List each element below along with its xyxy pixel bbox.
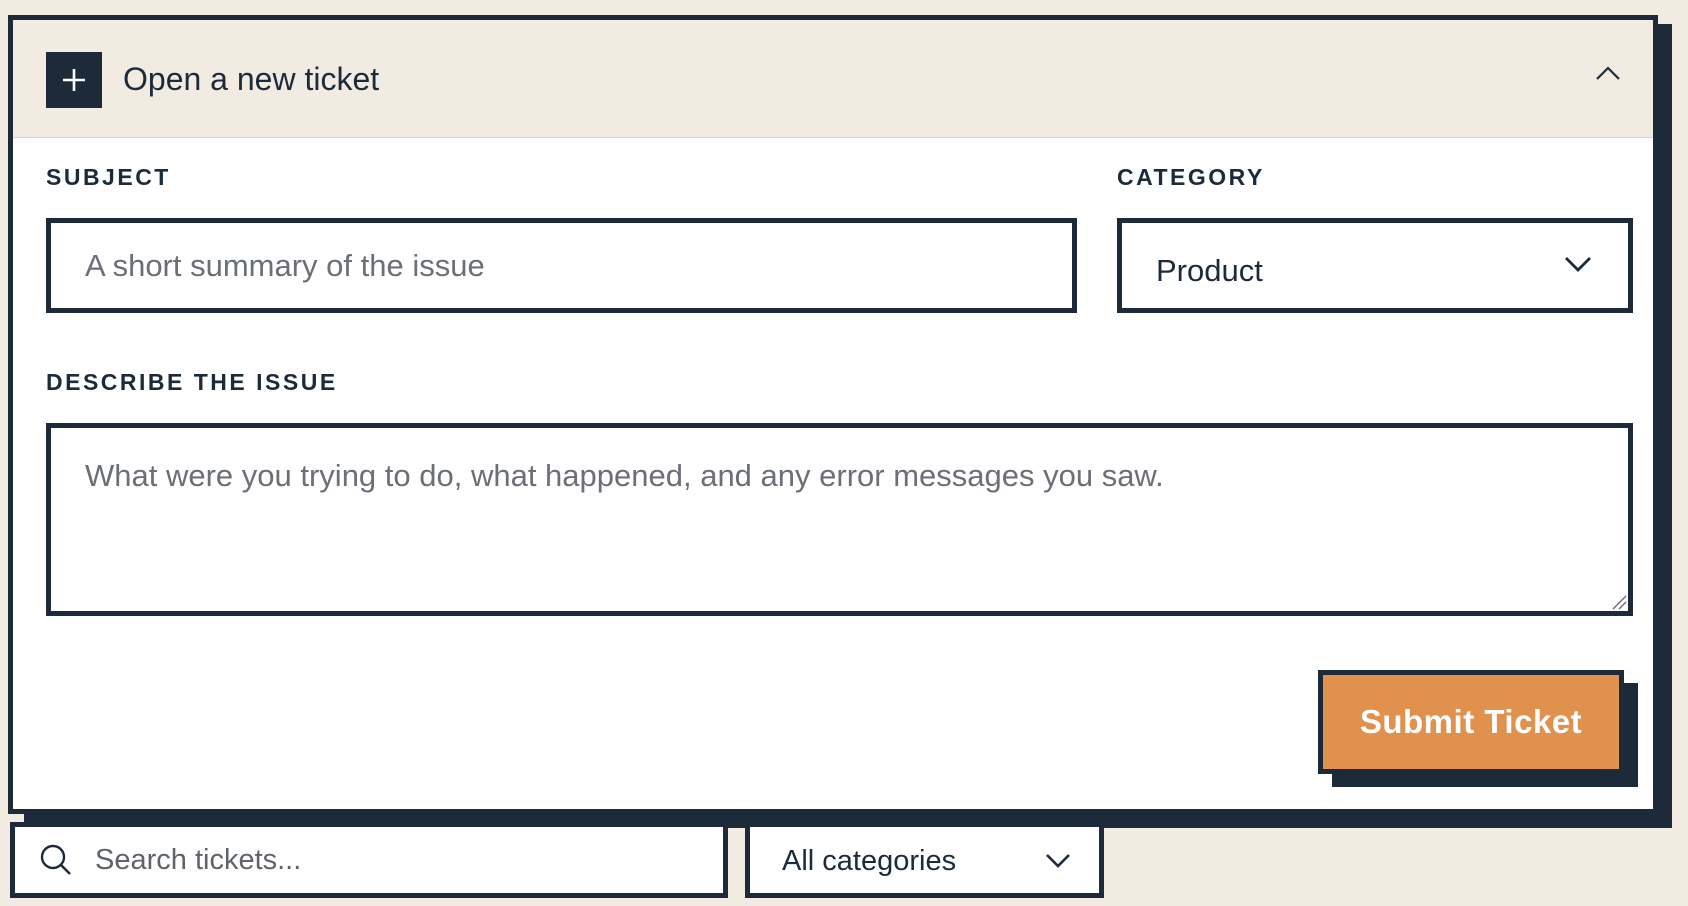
- category-filter-select[interactable]: All categories: [745, 822, 1104, 898]
- add-ticket-button[interactable]: [46, 52, 102, 108]
- plus-icon: [63, 69, 85, 91]
- panel-title: Open a new ticket: [123, 61, 380, 97]
- resize-grip-icon[interactable]: [1611, 594, 1627, 610]
- category-label: CATEGORY: [1117, 164, 1265, 190]
- describe-textarea[interactable]: [46, 423, 1633, 616]
- category-selected-value: Product: [1156, 253, 1263, 288]
- panel-header[interactable]: Open a new ticket: [13, 20, 1653, 138]
- search-icon: [40, 844, 71, 875]
- category-select[interactable]: Product: [1117, 218, 1633, 313]
- subject-input[interactable]: [46, 218, 1077, 313]
- chevron-down-icon: [1046, 854, 1070, 868]
- describe-label: DESCRIBE THE ISSUE: [46, 369, 338, 395]
- search-input[interactable]: [95, 827, 715, 893]
- submit-ticket-button[interactable]: Submit Ticket: [1318, 670, 1624, 774]
- page: Open a new ticket SUBJECT CATEGORY Produ…: [0, 0, 1688, 906]
- category-filter-value: All categories: [782, 845, 957, 877]
- search-tickets-box[interactable]: [10, 822, 728, 898]
- chevron-up-icon[interactable]: [1595, 65, 1621, 81]
- subject-label: SUBJECT: [46, 164, 171, 190]
- chevron-down-icon: [1565, 257, 1591, 272]
